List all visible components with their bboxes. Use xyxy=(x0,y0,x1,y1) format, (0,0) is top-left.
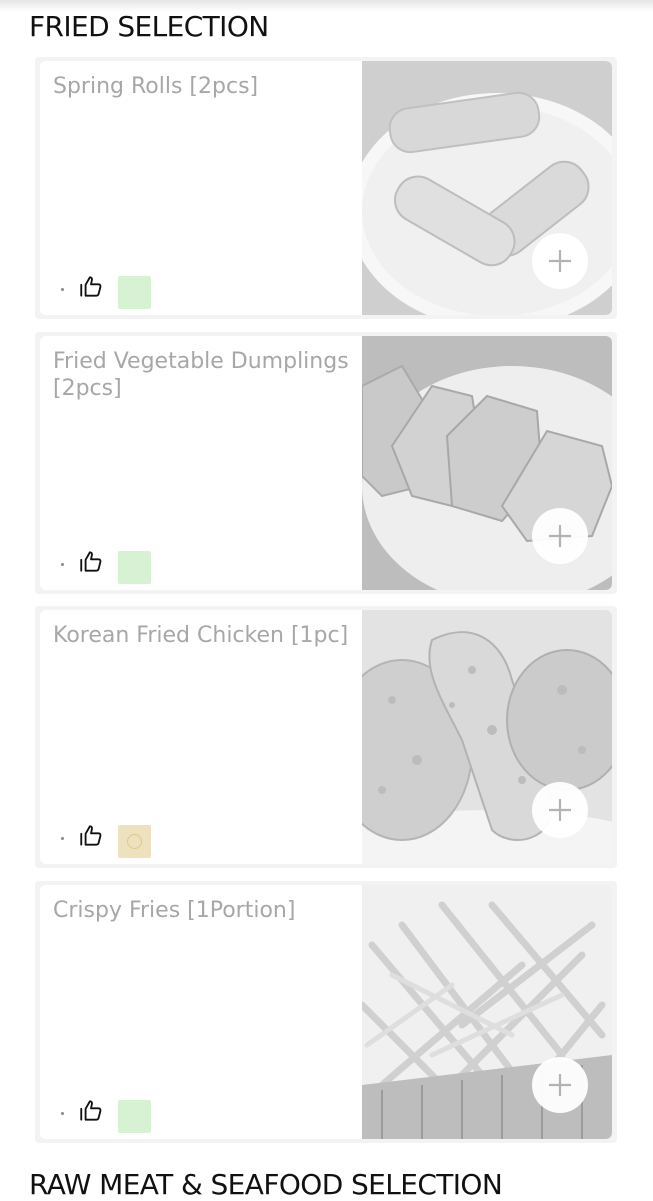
thumbs-up-icon[interactable] xyxy=(78,549,104,575)
add-button[interactable] xyxy=(532,508,588,564)
item-name: Korean Fried Chicken [1pc] xyxy=(53,623,349,648)
thumbs-up-icon[interactable] xyxy=(78,1098,104,1124)
plus-icon xyxy=(549,1074,571,1096)
veg-badge xyxy=(118,1100,151,1133)
separator-dot xyxy=(61,1112,64,1115)
thumbs-up-icon[interactable] xyxy=(78,823,104,849)
separator-dot xyxy=(61,288,64,291)
add-button[interactable] xyxy=(532,782,588,838)
add-button[interactable] xyxy=(532,1057,588,1113)
veg-badge xyxy=(118,551,151,584)
item-name: Crispy Fries [1Portion] xyxy=(53,898,296,923)
section-title-raw-meat-seafood: RAW MEAT & SEAFOOD SELECTION xyxy=(29,1168,503,1201)
item-name: Spring Rolls [2pcs] xyxy=(53,74,259,99)
menu-item-card[interactable]: Crispy Fries [1Portion] xyxy=(35,881,617,1143)
plus-icon xyxy=(549,525,571,547)
egg-badge xyxy=(118,825,151,858)
section-title-fried: FRIED SELECTION xyxy=(29,10,269,43)
plus-icon xyxy=(549,799,571,821)
separator-dot xyxy=(61,563,64,566)
item-name: Fried Vegetable Dumplings [2pcs] xyxy=(53,349,349,401)
add-button[interactable] xyxy=(532,233,588,289)
menu-item-card[interactable]: Spring Rolls [2pcs] xyxy=(35,57,617,319)
thumbs-up-icon[interactable] xyxy=(78,274,104,300)
menu-item-card[interactable]: Fried Vegetable Dumplings [2pcs] xyxy=(35,332,617,594)
plus-icon xyxy=(549,250,571,272)
separator-dot xyxy=(61,837,64,840)
veg-badge xyxy=(118,276,151,309)
menu-item-card[interactable]: Korean Fried Chicken [1pc] xyxy=(35,606,617,868)
